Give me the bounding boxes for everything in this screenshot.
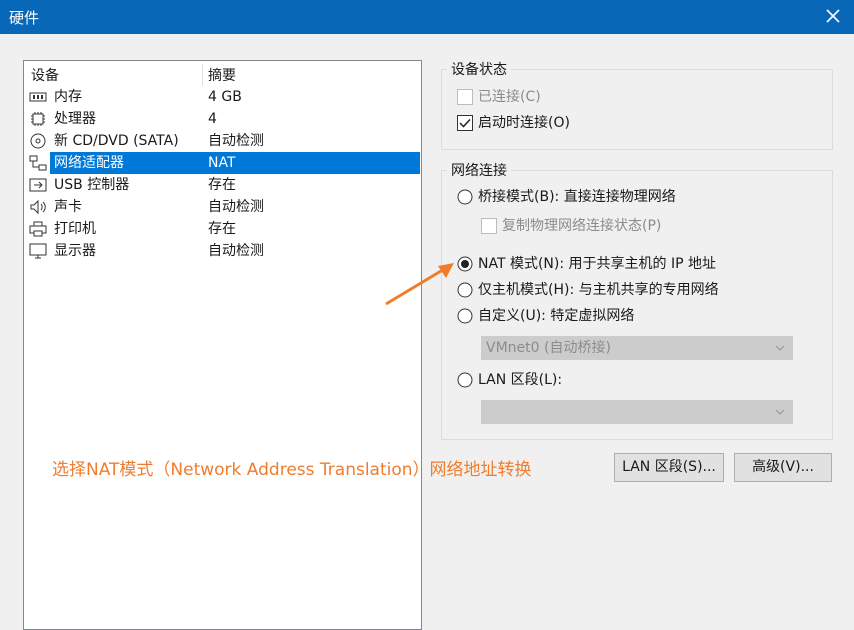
advanced-button[interactable]: 高级(V)... — [734, 453, 832, 482]
network-connection-title: 网络连接 — [447, 161, 511, 181]
replicate-checkbox[interactable] — [481, 218, 497, 234]
title-bar: 硬件 — [0, 0, 854, 34]
device-name: USB 控制器 — [54, 177, 130, 193]
column-divider[interactable] — [202, 64, 203, 86]
column-header-summary[interactable]: 摘要 — [208, 66, 236, 86]
custom-network-select[interactable]: VMnet0 (自动桥接) — [481, 336, 793, 360]
usb-icon — [29, 178, 47, 192]
window-title: 硬件 — [9, 9, 40, 27]
device-list[interactable]: 设备 摘要 内存 4 GB 处理器 4 新 CD/DVD (SATA) 自动检测 — [23, 60, 422, 630]
device-row-usb-controller[interactable]: USB 控制器 存在 — [26, 174, 420, 196]
lan-segment-label: LAN 区段(L): — [478, 372, 563, 388]
chevron-down-icon — [775, 409, 785, 415]
device-summary: 自动检测 — [208, 199, 264, 215]
bridged-radio[interactable] — [457, 189, 473, 205]
device-summary: 4 — [208, 111, 217, 127]
custom-label: 自定义(U): 特定虚拟网络 — [478, 308, 635, 324]
replicate-label: 复制物理网络连接状态(P) — [502, 218, 662, 234]
nat-label: NAT 模式(N): 用于共享主机的 IP 地址 — [478, 256, 716, 272]
device-row-display[interactable]: 显示器 自动检测 — [26, 240, 420, 262]
device-name: 网络适配器 — [52, 152, 126, 174]
monitor-icon — [29, 243, 47, 259]
chevron-down-icon — [775, 345, 785, 351]
annotation-text: 选择NAT模式（Network Address Translation）网络地址… — [52, 460, 532, 480]
device-row-printer[interactable]: 打印机 存在 — [26, 218, 420, 240]
device-summary: 自动检测 — [208, 133, 264, 149]
device-summary: 自动检测 — [208, 243, 264, 259]
device-name: 声卡 — [54, 199, 82, 215]
host-only-label: 仅主机模式(H): 与主机共享的专用网络 — [478, 282, 719, 298]
bridged-label: 桥接模式(B): 直接连接物理网络 — [478, 189, 676, 205]
device-summary: NAT — [208, 155, 236, 171]
device-name: 处理器 — [54, 111, 96, 127]
connect-at-power-on-checkbox[interactable] — [457, 115, 473, 131]
device-row-network-adapter[interactable]: 网络适配器 NAT — [26, 152, 420, 174]
connected-checkbox[interactable] — [457, 89, 473, 105]
device-name: 新 CD/DVD (SATA) — [54, 133, 179, 149]
device-row-sound-card[interactable]: 声卡 自动检测 — [26, 196, 420, 218]
network-adapter-icon — [29, 155, 47, 171]
device-summary: 4 GB — [208, 89, 242, 105]
device-name: 内存 — [54, 89, 82, 105]
device-name: 显示器 — [54, 243, 96, 259]
cd-dvd-icon — [30, 133, 46, 149]
device-status-title: 设备状态 — [447, 60, 511, 80]
lan-segment-radio[interactable] — [457, 372, 473, 388]
device-summary: 存在 — [208, 177, 236, 193]
device-row-processor[interactable]: 处理器 4 — [26, 108, 420, 130]
connected-label: 已连接(C) — [478, 89, 541, 105]
device-summary: 存在 — [208, 221, 236, 237]
connect-at-power-on-label: 启动时连接(O) — [478, 115, 570, 131]
printer-icon — [29, 221, 47, 237]
custom-network-value: VMnet0 (自动桥接) — [486, 340, 611, 356]
processor-icon — [31, 112, 45, 126]
device-row-cd-dvd[interactable]: 新 CD/DVD (SATA) 自动检测 — [26, 130, 420, 152]
speaker-icon — [30, 199, 46, 215]
annotation-arrow-icon — [385, 263, 454, 306]
device-status-group — [441, 69, 833, 150]
lan-segment-select[interactable] — [481, 400, 793, 424]
memory-icon — [29, 92, 47, 102]
close-icon[interactable] — [820, 3, 846, 29]
device-row-memory[interactable]: 内存 4 GB — [26, 86, 420, 108]
device-name: 打印机 — [54, 221, 96, 237]
lan-segments-button[interactable]: LAN 区段(S)... — [614, 453, 724, 482]
column-header-device[interactable]: 设备 — [31, 66, 59, 86]
